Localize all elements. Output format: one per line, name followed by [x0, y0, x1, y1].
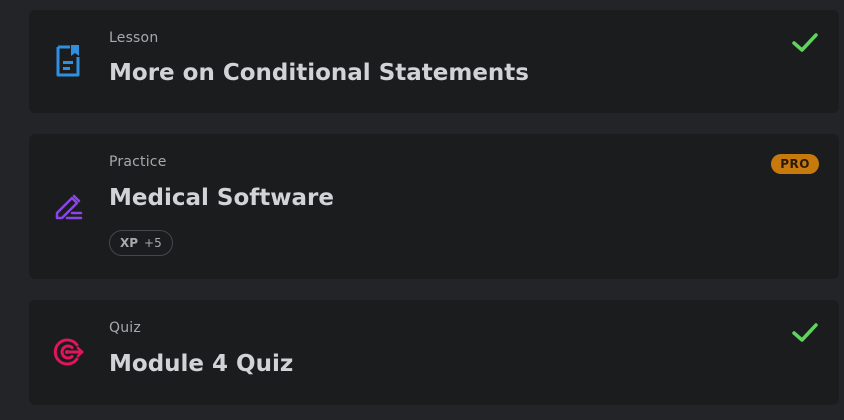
item-type-label: Quiz: [109, 320, 141, 336]
practice-card[interactable]: Practice Medical Software PRO XP +5: [29, 134, 839, 279]
target-icon: [51, 335, 85, 369]
item-type-label: Practice: [109, 154, 167, 170]
pro-badge: PRO: [771, 154, 819, 174]
item-title[interactable]: More on Conditional Statements: [109, 60, 529, 86]
checkmark-icon: [792, 323, 818, 342]
xp-value: +5: [144, 236, 162, 250]
checkmark-icon: [792, 33, 818, 52]
item-title[interactable]: Medical Software: [109, 185, 334, 211]
module-item-list: Lesson More on Conditional Statements Pr…: [0, 0, 844, 420]
item-type-label: Lesson: [109, 30, 159, 46]
pencil-icon: [51, 189, 85, 223]
xp-reward-pill: XP +5: [109, 230, 173, 256]
item-title[interactable]: Module 4 Quiz: [109, 351, 293, 377]
quiz-card[interactable]: Quiz Module 4 Quiz: [29, 300, 839, 405]
xp-label: XP: [120, 236, 139, 250]
lesson-card[interactable]: Lesson More on Conditional Statements: [29, 10, 839, 113]
lesson-document-icon: [51, 44, 85, 78]
